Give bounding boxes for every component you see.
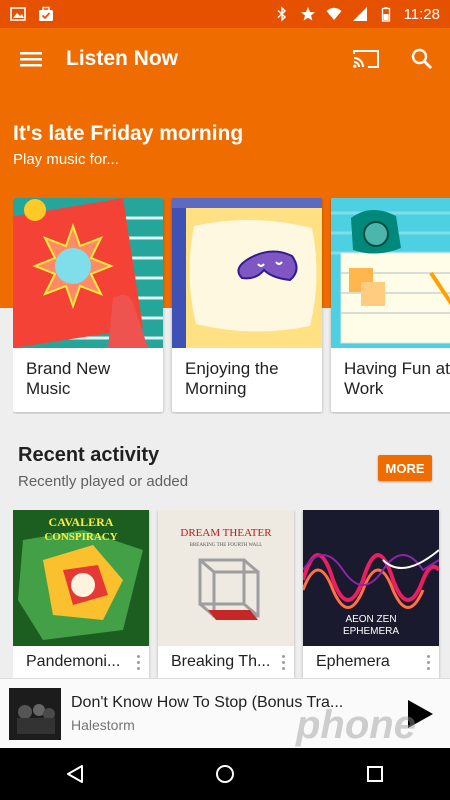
status-bar: 11:28 — [0, 0, 450, 28]
battery-icon — [381, 7, 390, 22]
recents-icon — [367, 766, 383, 782]
status-time: 11:28 — [403, 5, 440, 23]
recent-albums: CAVALERA CONSPIRACY Pandemoni... DREAM T… — [13, 510, 450, 678]
playlist-label: Having Fun at Work — [344, 359, 450, 398]
album-cover-text: AEON ZEN — [345, 614, 396, 625]
search-button[interactable] — [394, 28, 450, 90]
system-nav-bar — [0, 748, 450, 800]
page-title: Listen Now — [66, 47, 179, 70]
briefcase-check-icon — [39, 6, 53, 21]
section-subtitle: Recently played or added — [18, 473, 189, 490]
playlist-art — [331, 198, 450, 348]
album-cover: AEON ZEN EPHEMERA — [303, 510, 439, 646]
album-card-ephemera[interactable]: AEON ZEN EPHEMERA Ephemera — [303, 510, 439, 678]
playlist-art — [13, 198, 163, 348]
now-playing-album-art — [9, 687, 61, 740]
star-icon — [300, 7, 315, 21]
album-cover-text: EPHEMERA — [343, 626, 399, 637]
greeting-subtitle: Play music for... — [13, 151, 119, 168]
album-title: Breaking Th... — [171, 653, 271, 670]
greeting-title: It's late Friday morning — [13, 122, 244, 145]
section-title: Recent activity — [18, 444, 160, 466]
album-cover-text: BREAKING THE FOURTH WALL — [190, 543, 263, 548]
album-cover: CAVALERA CONSPIRACY — [13, 510, 149, 646]
wifi-icon — [326, 7, 342, 20]
cast-button[interactable] — [338, 28, 394, 90]
image-notification-icon — [10, 7, 26, 21]
search-icon — [411, 48, 432, 69]
recents-button[interactable] — [345, 748, 405, 800]
cast-icon — [353, 50, 379, 68]
album-cover-text: CAVALERA — [49, 515, 114, 529]
playlist-label: Enjoying the Morning — [185, 359, 279, 398]
signal-icon — [352, 7, 367, 21]
recent-activity-header: Recent activity Recently played or added — [18, 444, 432, 490]
album-cover: DREAM THEATER BREAKING THE FOURTH WALL — [158, 510, 294, 646]
album-cover-text: DREAM THEATER — [180, 527, 272, 539]
hamburger-menu-icon — [20, 52, 42, 67]
home-icon — [216, 765, 234, 783]
playlist-card-brand-new-music[interactable]: Brand New Music — [13, 198, 163, 412]
situation-carousel: Brand New Music Enjoying the Morning Hav… — [13, 198, 450, 414]
overflow-menu-icon[interactable] — [272, 654, 294, 670]
back-icon — [67, 765, 83, 783]
playlist-card-enjoying-the-morning[interactable]: Enjoying the Morning — [172, 198, 322, 412]
album-title: Ephemera — [316, 653, 390, 670]
playlist-label: Brand New Music — [26, 359, 111, 398]
album-cover-text: CONSPIRACY — [44, 531, 117, 543]
home-button[interactable] — [195, 748, 255, 800]
back-button[interactable] — [45, 748, 105, 800]
menu-button[interactable] — [0, 28, 62, 90]
more-button[interactable]: MORE — [378, 455, 432, 481]
album-title: Pandemoni... — [26, 653, 121, 670]
playlist-card-having-fun-at-work[interactable]: Having Fun at Work — [331, 198, 450, 412]
playlist-art — [172, 198, 322, 348]
app-bar: Listen Now — [0, 28, 450, 90]
bluetooth-icon — [277, 6, 286, 22]
album-card-pandemonium[interactable]: CAVALERA CONSPIRACY Pandemoni... — [13, 510, 149, 678]
overflow-menu-icon[interactable] — [127, 654, 149, 670]
album-card-breaking-the-fourth-wall[interactable]: DREAM THEATER BREAKING THE FOURTH WALL B… — [158, 510, 294, 678]
overflow-menu-icon[interactable] — [417, 654, 439, 670]
